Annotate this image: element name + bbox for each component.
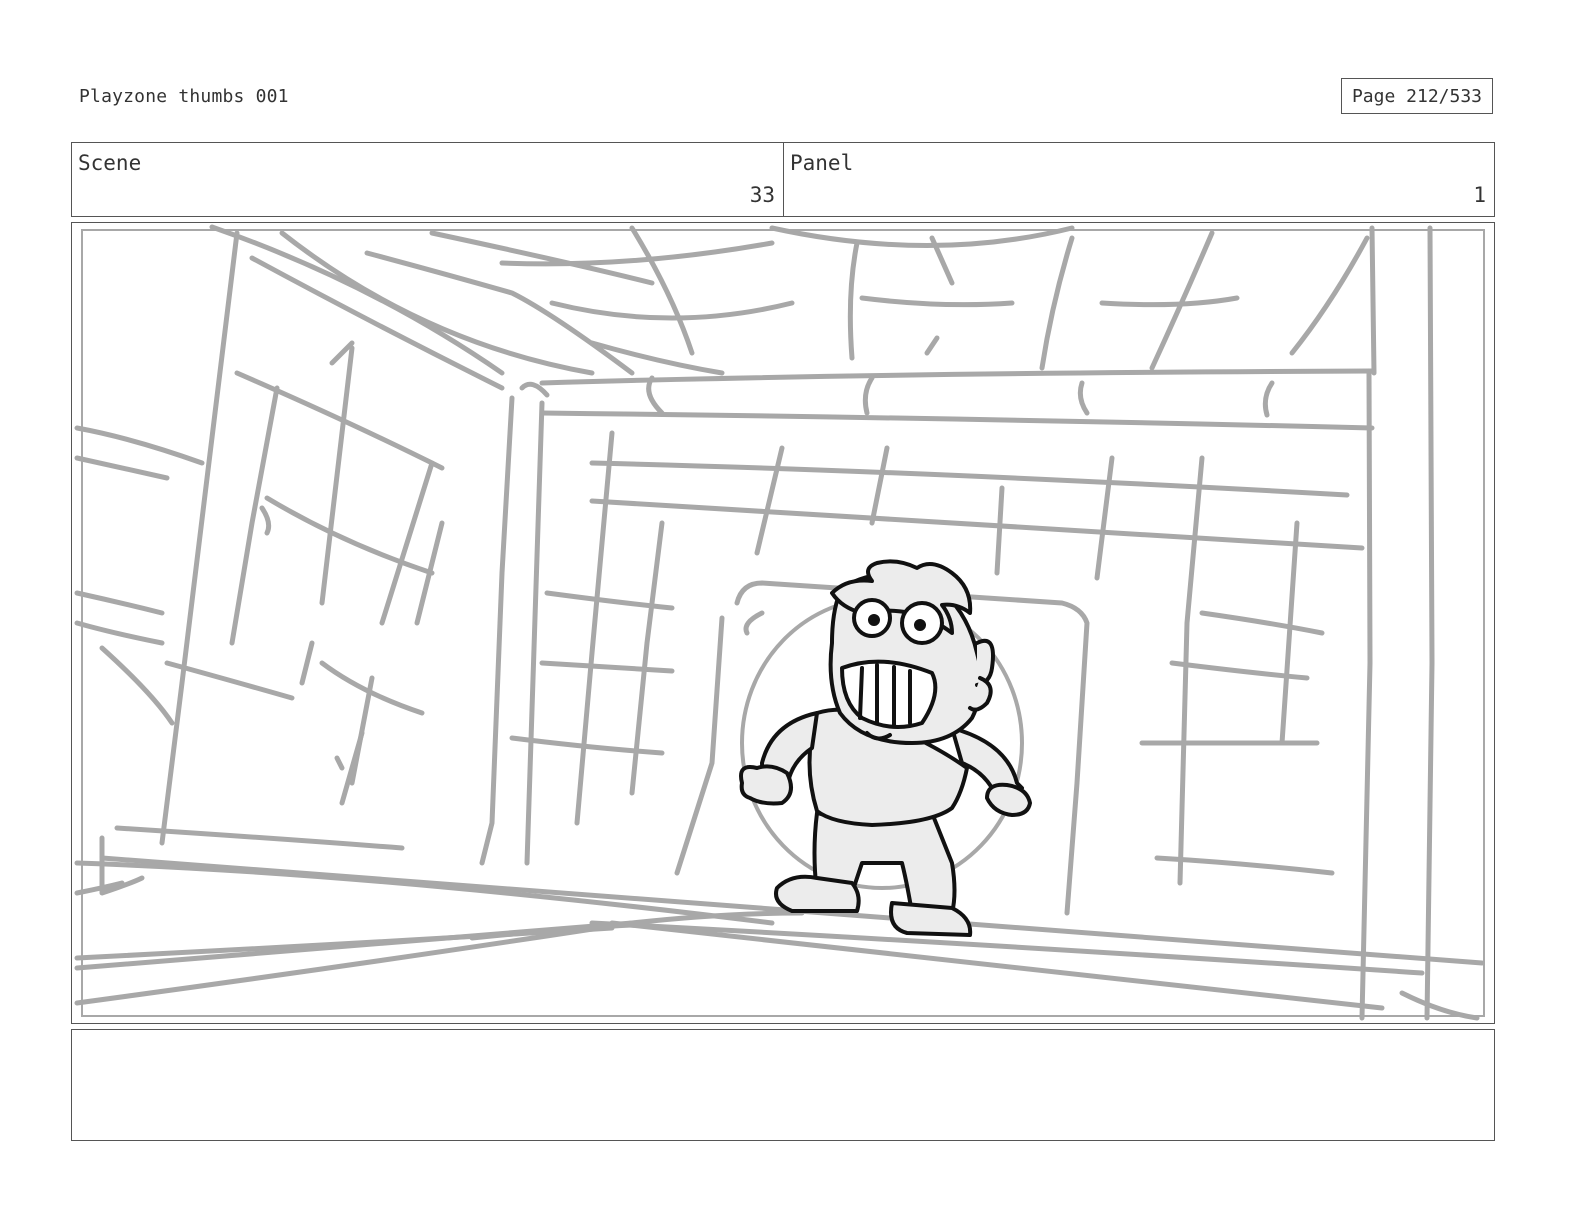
page-indicator: Page 212/533 (1341, 78, 1493, 114)
scene-panel-info: Scene 33 Panel 1 (71, 142, 1495, 217)
panel-number: 1 (1473, 183, 1486, 207)
storyboard-sketch (74, 224, 1485, 1021)
scene-number: 33 (749, 183, 775, 207)
panel-cell: Panel 1 (784, 143, 1494, 216)
scene-cell: Scene 33 (72, 143, 784, 216)
scene-label: Scene (78, 151, 142, 175)
panel-label: Panel (790, 151, 854, 175)
document-title: Playzone thumbs 001 (79, 86, 289, 107)
notes-box (71, 1029, 1495, 1141)
storyboard-panel-frame (71, 222, 1495, 1024)
character-figure (739, 559, 1032, 937)
